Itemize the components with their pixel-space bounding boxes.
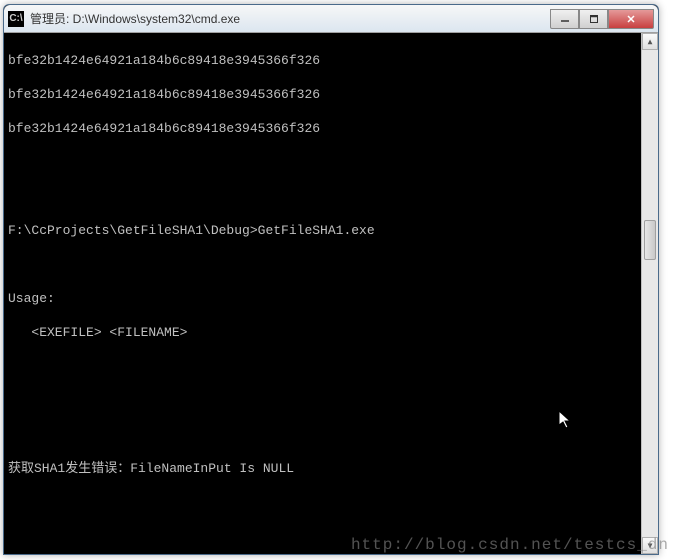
output-line bbox=[8, 358, 637, 375]
window-controls bbox=[550, 9, 654, 29]
output-line: <EXEFILE> <FILENAME> bbox=[8, 324, 637, 341]
output-line: Usage: bbox=[8, 290, 637, 307]
output-line bbox=[8, 392, 637, 409]
window-title: 管理员: D:\Windows\system32\cmd.exe bbox=[30, 10, 550, 27]
scroll-down-button[interactable]: ▼ bbox=[642, 537, 658, 554]
output-line: bfe32b1424e64921a184b6c89418e3945366f326 bbox=[8, 52, 637, 69]
vertical-scrollbar[interactable]: ▲ ▼ bbox=[641, 33, 658, 554]
output-line bbox=[8, 188, 637, 205]
titlebar[interactable]: C:\ 管理员: D:\Windows\system32\cmd.exe bbox=[4, 5, 658, 33]
output-line bbox=[8, 528, 637, 545]
content-area: bfe32b1424e64921a184b6c89418e3945366f326… bbox=[4, 33, 658, 554]
cmd-icon: C:\ bbox=[8, 11, 24, 27]
output-line: bfe32b1424e64921a184b6c89418e3945366f326 bbox=[8, 120, 637, 137]
output-line bbox=[8, 154, 637, 171]
maximize-button[interactable] bbox=[579, 9, 608, 29]
output-line bbox=[8, 494, 637, 511]
output-line bbox=[8, 256, 637, 273]
error-line: 获取SHA1发生错误：FileNameInPut Is NULL bbox=[8, 460, 637, 477]
output-line: bfe32b1424e64921a184b6c89418e3945366f326 bbox=[8, 86, 637, 103]
minimize-button[interactable] bbox=[550, 9, 579, 29]
scroll-thumb[interactable] bbox=[644, 220, 656, 260]
scroll-up-button[interactable]: ▲ bbox=[642, 33, 658, 50]
close-button[interactable] bbox=[608, 9, 654, 29]
scroll-track[interactable] bbox=[642, 50, 658, 537]
console-output[interactable]: bfe32b1424e64921a184b6c89418e3945366f326… bbox=[4, 33, 641, 554]
cmd-window: C:\ 管理员: D:\Windows\system32\cmd.exe bfe… bbox=[3, 4, 659, 555]
output-line bbox=[8, 426, 637, 443]
prompt-line: F:\CcProjects\GetFileSHA1\Debug>GetFileS… bbox=[8, 222, 637, 239]
